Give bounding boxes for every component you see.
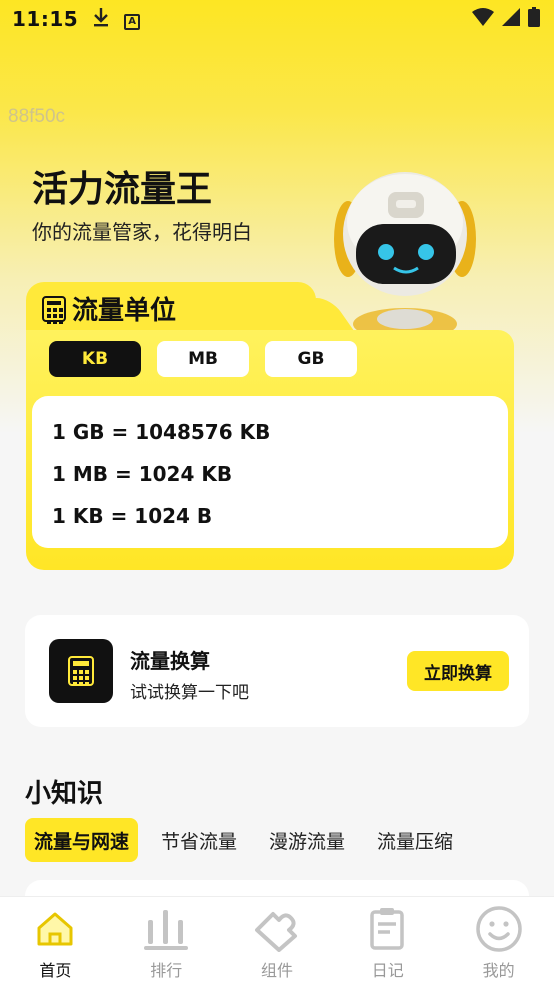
calculator-icon [42,295,66,324]
a-notification-icon: A [124,8,141,30]
conversion-line-mb: 1 MB = 1024 KB [52,462,233,486]
nav-item-diary[interactable]: 日记 [332,897,443,984]
bar-chart-icon [142,905,190,953]
app-title: 活力流量王 [32,169,213,210]
signal-icon [502,8,520,30]
conversion-line-kb: 1 KB = 1024 B [52,504,213,528]
smiley-icon [475,905,523,953]
nav-label-ranking: 排行 [150,961,183,980]
debug-code: 88f50c [8,106,66,127]
converter-subtitle: 试试换算一下吧 [130,683,249,703]
notepad-icon [368,905,408,953]
convert-now-button[interactable]: 立即换算 [407,651,509,691]
tips-tab-roaming[interactable]: 漫游流量 [260,818,354,862]
nav-item-widgets[interactable]: 组件 [222,897,333,984]
nav-item-home[interactable]: 首页 [0,897,111,984]
puzzle-icon [253,905,301,953]
wifi-icon [472,8,494,30]
unit-tab-kb[interactable]: KB [49,341,141,377]
conversion-list: 1 GB = 1048576 KB 1 MB = 1024 KB 1 KB = … [32,396,508,548]
tips-tab-save-data[interactable]: 节省流量 [152,818,246,862]
status-bar: 11:15 A [0,0,554,38]
robot-mascot [330,164,480,340]
nav-label-home: 首页 [39,961,72,980]
tips-tab-compression[interactable]: 流量压缩 [368,818,462,862]
tips-section-title: 小知识 [25,779,104,809]
conversion-line-gb: 1 GB = 1048576 KB [52,420,271,444]
unit-tabs: KB MB GB [49,341,357,377]
tips-tabs: 流量与网速 节省流量 漫游流量 流量压缩 [25,818,529,862]
home-icon [35,905,75,953]
nav-label-diary: 日记 [371,961,404,980]
unit-tab-gb[interactable]: GB [265,341,357,377]
tips-tab-traffic-speed[interactable]: 流量与网速 [25,818,139,862]
status-time: 11:15 [12,7,79,31]
nav-label-mine: 我的 [482,961,515,980]
converter-card[interactable]: 流量换算 试试换算一下吧 立即换算 [25,615,529,727]
unit-tab-mb[interactable]: MB [157,341,249,377]
converter-title: 流量换算 [130,649,210,673]
download-icon [92,7,110,32]
units-title-text: 流量单位 [72,296,177,326]
nav-item-mine[interactable]: 我的 [443,897,554,984]
nav-label-widgets: 组件 [260,961,293,980]
bottom-nav: 首页 排行 组件 日记 我的 [0,896,554,984]
app-subtitle: 你的流量管家，花得明白 [32,220,252,244]
nav-item-ranking[interactable]: 排行 [111,897,222,984]
battery-icon [528,7,540,31]
calculator-icon [49,639,113,703]
units-card-title: 流量单位 [42,290,176,327]
